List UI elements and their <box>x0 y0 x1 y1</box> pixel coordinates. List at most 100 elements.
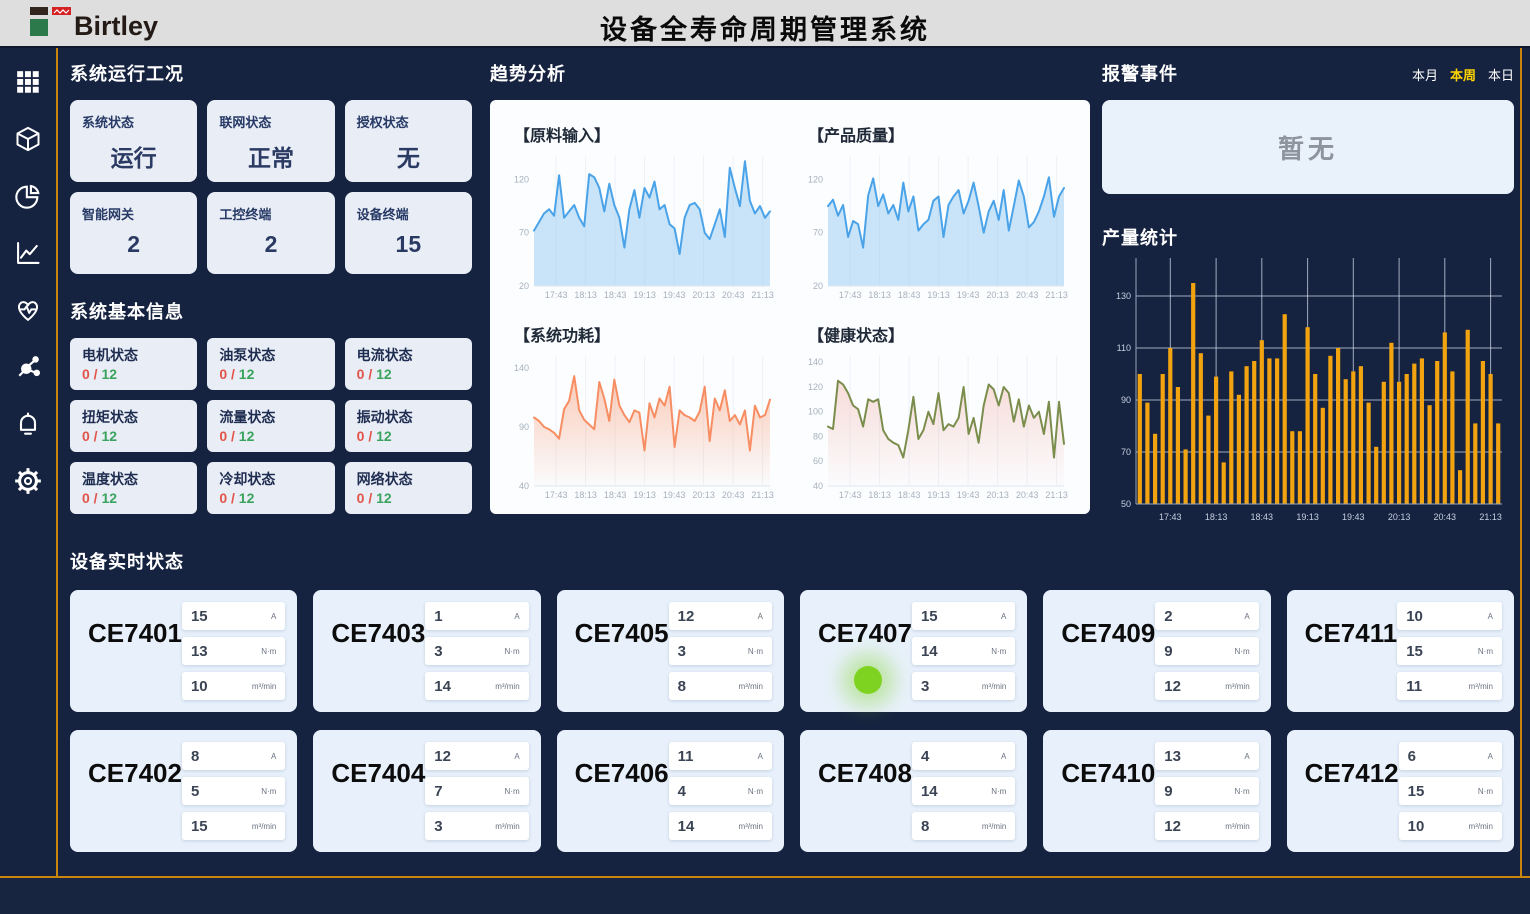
value-pill: 4A <box>912 742 1015 770</box>
production-bar-chart: 13011090705017:4318:1318:4319:1319:4320:… <box>1102 256 1512 528</box>
device-card-ce7402[interactable]: CE7402 8A5N·m15m³/min <box>70 730 297 852</box>
line-chart-icon[interactable] <box>14 239 42 267</box>
value-pill: 3N·m <box>425 637 528 665</box>
status-card: 联网状态正常 <box>207 100 334 182</box>
running-indicator-dot <box>854 666 882 694</box>
svg-text:20: 20 <box>519 281 529 291</box>
chart-raw-input: 【原料输入】 120702017:4318:1318:4319:1319:432… <box>496 110 790 310</box>
value-pill: 12A <box>669 602 772 630</box>
svg-text:80: 80 <box>813 432 823 442</box>
device-card-ce7408[interactable]: CE7408 4A14N·m8m³/min <box>800 730 1027 852</box>
device-card-ce7410[interactable]: CE7410 13A9N·m12m³/min <box>1043 730 1270 852</box>
top-header: Birtley 设备全寿命周期管理系统 <box>0 0 1530 48</box>
device-card-ce7401[interactable]: CE7401 15A13N·m10m³/min <box>70 590 297 712</box>
value-pill: 7N·m <box>425 777 528 805</box>
svg-text:19:13: 19:13 <box>927 290 950 300</box>
value-pill: 10A <box>1397 602 1502 630</box>
svg-text:18:13: 18:13 <box>574 290 597 300</box>
value-pill: 14N·m <box>912 637 1015 665</box>
svg-text:17:43: 17:43 <box>839 490 862 500</box>
value-pill: 13A <box>1155 742 1258 770</box>
value-pill: 8m³/min <box>669 672 772 700</box>
value-pill: 1A <box>425 602 528 630</box>
device-card-ce7404[interactable]: CE7404 12A7N·m3m³/min <box>313 730 540 852</box>
value-pill: 15N·m <box>1399 777 1502 805</box>
device-card-ce7411[interactable]: CE7411 10A15N·m11m³/min <box>1287 590 1514 712</box>
svg-text:90: 90 <box>519 422 529 432</box>
right-divider <box>1520 48 1522 876</box>
svg-text:19:13: 19:13 <box>927 490 950 500</box>
svg-text:20:43: 20:43 <box>722 290 745 300</box>
tab-this-month[interactable]: 本月 <box>1412 65 1438 84</box>
bell-icon[interactable] <box>14 410 42 438</box>
molecule-icon[interactable] <box>14 353 42 381</box>
tab-today[interactable]: 本日 <box>1488 65 1514 84</box>
svg-text:21:13: 21:13 <box>1479 512 1502 522</box>
trend-panel: 【原料输入】 120702017:4318:1318:4319:1319:432… <box>490 100 1090 514</box>
svg-text:20: 20 <box>813 281 823 291</box>
value-pill: 10m³/min <box>182 672 285 700</box>
value-pill: 14m³/min <box>425 672 528 700</box>
value-pill: 9N·m <box>1155 777 1258 805</box>
status-card: 智能网关2 <box>70 192 197 274</box>
pie-chart-icon[interactable] <box>14 182 42 210</box>
svg-text:20:43: 20:43 <box>1434 512 1457 522</box>
svg-text:18:43: 18:43 <box>604 290 627 300</box>
chart-health-status: 【健康状态】 14012010080604017:4318:1318:4319:… <box>790 310 1084 510</box>
system-info-grid: 电机状态0 / 12 油泵状态0 / 12 电流状态0 / 12 扭矩状态0 /… <box>70 338 472 514</box>
svg-text:20:43: 20:43 <box>1016 490 1039 500</box>
svg-text:70: 70 <box>1121 447 1131 457</box>
health-status-line-chart: 14012010080604017:4318:1318:4319:1319:43… <box>798 348 1076 506</box>
value-pill: 12m³/min <box>1155 812 1258 840</box>
cube-icon[interactable] <box>14 125 42 153</box>
svg-text:50: 50 <box>1121 499 1131 509</box>
value-pill: 15m³/min <box>182 812 285 840</box>
svg-text:21:13: 21:13 <box>751 490 774 500</box>
value-pill: 4N·m <box>669 777 772 805</box>
value-pill: 12m³/min <box>1155 672 1258 700</box>
health-pulse-icon[interactable] <box>14 296 42 324</box>
svg-text:120: 120 <box>514 174 529 184</box>
value-pill: 5N·m <box>182 777 285 805</box>
svg-text:130: 130 <box>1116 291 1131 301</box>
info-card: 流量状态0 / 12 <box>207 400 334 452</box>
gear-icon[interactable] <box>14 467 42 495</box>
svg-text:18:43: 18:43 <box>898 490 921 500</box>
value-pill: 14N·m <box>912 777 1015 805</box>
value-pill: 3N·m <box>669 637 772 665</box>
apps-grid-icon[interactable] <box>14 68 42 96</box>
left-divider <box>56 48 58 876</box>
section-title-system-status: 系统运行工况 <box>70 60 472 86</box>
svg-text:70: 70 <box>519 228 529 238</box>
tab-this-week[interactable]: 本周 <box>1450 65 1476 84</box>
device-card-ce7412[interactable]: CE7412 6A15N·m10m³/min <box>1287 730 1514 852</box>
device-card-ce7406[interactable]: CE7406 11A4N·m14m³/min <box>557 730 784 852</box>
svg-text:120: 120 <box>808 382 823 392</box>
device-card-ce7407[interactable]: CE7407 15A14N·m3m³/min <box>800 590 1027 712</box>
svg-text:40: 40 <box>519 481 529 491</box>
svg-text:100: 100 <box>808 407 823 417</box>
device-realtime-section: 设备实时状态 CE7401 15A13N·m10m³/min CE7403 1A… <box>70 548 1514 852</box>
chart-system-power: 【系统功耗】 140904017:4318:1318:4319:1319:432… <box>496 310 790 510</box>
status-card: 系统状态运行 <box>70 100 197 182</box>
device-card-ce7409[interactable]: CE7409 2A9N·m12m³/min <box>1043 590 1270 712</box>
device-card-ce7405[interactable]: CE7405 12A3N·m8m³/min <box>557 590 784 712</box>
svg-text:18:13: 18:13 <box>574 490 597 500</box>
svg-text:17:43: 17:43 <box>1159 512 1182 522</box>
svg-text:40: 40 <box>813 481 823 491</box>
svg-text:17:43: 17:43 <box>545 490 568 500</box>
system-status-grid: 系统状态运行 联网状态正常 授权状态无 智能网关2 工控终端2 设备终端15 <box>70 100 472 274</box>
svg-text:21:13: 21:13 <box>751 290 774 300</box>
status-card: 设备终端15 <box>345 192 472 274</box>
svg-text:120: 120 <box>808 174 823 184</box>
value-pill: 12A <box>425 742 528 770</box>
footer-bar <box>0 878 1530 914</box>
device-card-ce7403[interactable]: CE7403 1A3N·m14m³/min <box>313 590 540 712</box>
info-card: 扭矩状态0 / 12 <box>70 400 197 452</box>
value-pill: 11A <box>669 742 772 770</box>
svg-text:110: 110 <box>1117 343 1131 353</box>
section-title-alarm: 报警事件 <box>1102 60 1178 86</box>
svg-text:19:43: 19:43 <box>663 290 686 300</box>
alarm-production-section: 报警事件 本月 本周 本日 暂无 产量统计 13011090705017:431… <box>1102 60 1514 528</box>
svg-text:20:13: 20:13 <box>986 490 1009 500</box>
